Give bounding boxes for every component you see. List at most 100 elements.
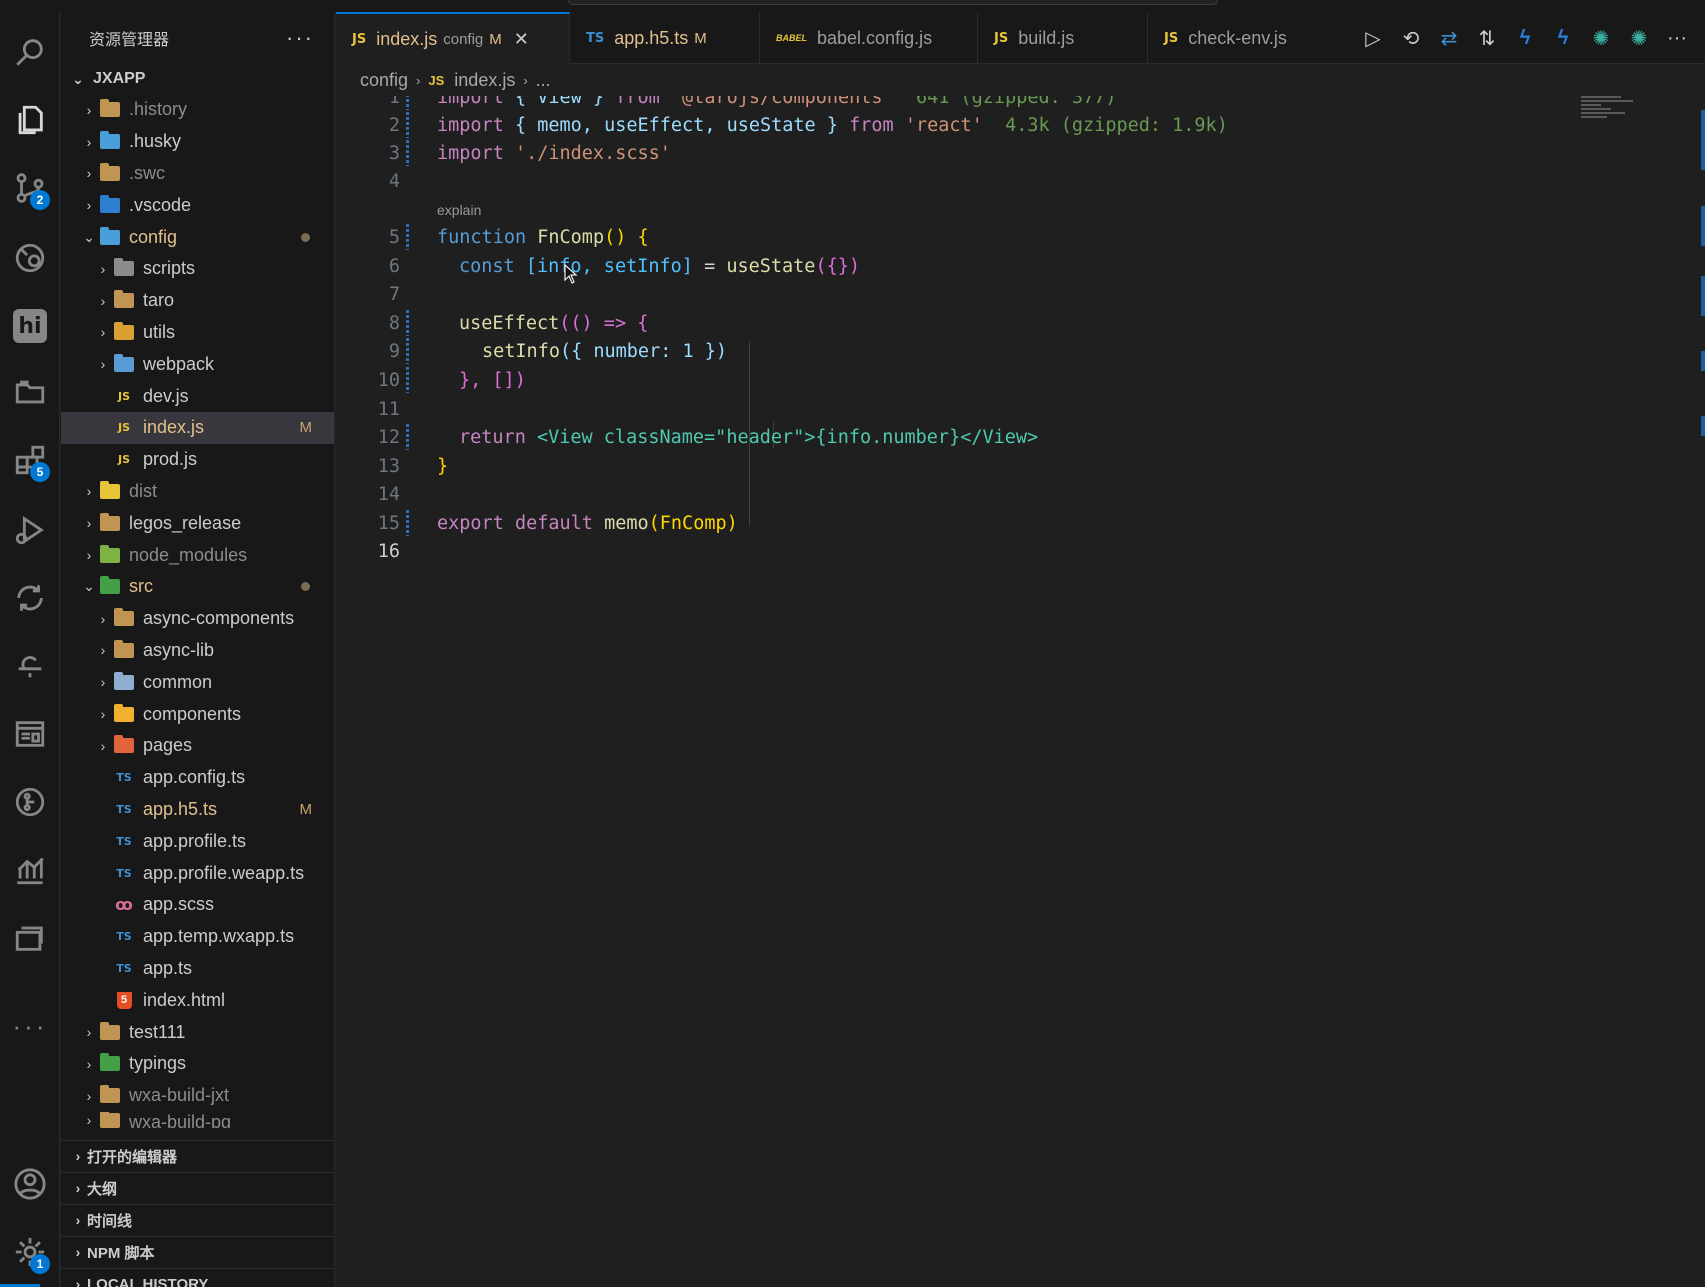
tree-item-app-config-ts[interactable]: TS app.config.ts xyxy=(61,762,334,794)
overview-ruler[interactable] xyxy=(1697,96,1705,496)
tree-item-wxa-build-pg[interactable]: › wxa-build-pg xyxy=(61,1111,334,1128)
compare-changes-icon[interactable]: ⇅ xyxy=(1473,24,1501,52)
chevron-right-icon: › xyxy=(75,1212,81,1228)
tree-item-legos-release[interactable]: › legos_release xyxy=(61,507,334,539)
run-icon[interactable]: ▷ xyxy=(1359,24,1387,52)
breadcrumb-folder[interactable]: config xyxy=(360,70,408,91)
tab-build-js[interactable]: JS build.js xyxy=(978,12,1148,64)
git-graph-icon[interactable] xyxy=(6,778,54,826)
tree-item-swc[interactable]: › .swc xyxy=(61,158,334,190)
chevron-right-icon: › xyxy=(86,101,92,118)
codelens-explain[interactable]: explain xyxy=(437,202,481,218)
modified-flag: M xyxy=(299,419,313,437)
tree-item-config[interactable]: ⌄ config xyxy=(61,221,334,253)
tree-item-scripts[interactable]: › scripts xyxy=(61,253,334,285)
folder-stack-icon[interactable] xyxy=(6,368,54,416)
folders-icon[interactable] xyxy=(6,914,54,962)
section-open-editors[interactable]: › 打开的编辑器 xyxy=(61,1140,335,1171)
tree-item-history[interactable]: › .history xyxy=(61,94,334,126)
folder-icon xyxy=(99,1111,121,1128)
tree-item-typings[interactable]: › typings xyxy=(61,1048,334,1080)
tree-item-dev-js[interactable]: JS dev.js xyxy=(61,380,334,412)
html-file-icon: 5 xyxy=(113,991,135,1009)
codeium-icon[interactable]: ϟ xyxy=(1511,24,1539,52)
tree-item-src[interactable]: ⌄ src xyxy=(61,571,334,603)
account-icon[interactable] xyxy=(6,1160,54,1208)
section-local-history[interactable]: › LOCAL HISTORY xyxy=(61,1268,335,1287)
breadcrumb-file[interactable]: index.js xyxy=(454,70,515,91)
tree-item-app-profile-ts[interactable]: TS app.profile.ts xyxy=(61,825,334,857)
tree-item-taro[interactable]: › taro xyxy=(61,285,334,317)
code-editor[interactable]: 1 import { View } from '@tarojs/componen… xyxy=(336,96,1705,1287)
run-debug-icon[interactable] xyxy=(6,506,54,554)
section-outline[interactable]: › 大纲 xyxy=(61,1172,335,1203)
git-lens-icon[interactable] xyxy=(6,234,54,282)
extensions-icon[interactable]: 5 xyxy=(6,436,54,484)
tree-item-label: app.config.ts xyxy=(143,767,246,788)
editor-tabs: JS index.js config M ✕ TS app.h5.ts M BA… xyxy=(336,12,1705,64)
tree-item-dist[interactable]: › dist xyxy=(61,476,334,508)
tree-item-app-scss[interactable]: ꝏ app.scss xyxy=(61,889,334,921)
more-actions-icon[interactable]: ··· xyxy=(1663,24,1691,52)
tab-app-h5-ts[interactable]: TS app.h5.ts M xyxy=(570,12,760,64)
tree-item-label: typings xyxy=(129,1053,187,1074)
modified-gutter-mark xyxy=(406,96,409,110)
tree-item-utils[interactable]: › utils xyxy=(61,317,334,349)
tree-item-node-modules[interactable]: › node_modules xyxy=(61,539,334,571)
tree-item-index-js[interactable]: JS index.js M xyxy=(61,411,334,444)
chart-icon[interactable] xyxy=(6,846,54,894)
folder-icon xyxy=(99,1021,121,1041)
tree-item-prod-js[interactable]: JS prod.js xyxy=(61,444,334,476)
tree-item-async-lib[interactable]: › async-lib xyxy=(61,635,334,667)
tree-item-wxa-build-jxt[interactable]: › wxa-build-jxt xyxy=(61,1080,334,1112)
tree-item-webpack[interactable]: › webpack xyxy=(61,348,334,380)
dashboard-icon[interactable] xyxy=(6,710,54,758)
tab-check-env-js[interactable]: JS check-env.js xyxy=(1148,12,1338,64)
timeline-branch-icon[interactable] xyxy=(6,642,54,690)
tree-item-label: scripts xyxy=(143,258,196,279)
history-icon[interactable]: ⟲ xyxy=(1397,24,1425,52)
codeium-chat-icon[interactable]: ϟ xyxy=(1549,24,1577,52)
search-icon[interactable] xyxy=(6,28,54,76)
section-npm-scripts[interactable]: › NPM 脚本 xyxy=(61,1236,335,1267)
more-icon[interactable]: ··· xyxy=(6,1002,54,1050)
tree-item-common[interactable]: › common xyxy=(61,666,334,698)
code-line: 10 }, []) xyxy=(336,366,1636,394)
tree-item-index-html[interactable]: 5 index.html xyxy=(61,984,334,1016)
folder-shape xyxy=(100,162,120,181)
diff-sync-icon[interactable]: ⇄ xyxy=(1435,24,1463,52)
minimap-line xyxy=(1581,112,1625,114)
workspace-root[interactable]: ⌄ JXAPP xyxy=(61,64,334,94)
tab-babel-config[interactable]: BABEL babel.config.js xyxy=(760,12,978,64)
tree-item-vscode[interactable]: › .vscode xyxy=(61,189,334,221)
chatgpt-icon[interactable]: ✺ xyxy=(1625,24,1653,52)
openai-icon[interactable]: ✺ xyxy=(1587,24,1615,52)
tree-item-app-ts[interactable]: TS app.ts xyxy=(61,953,334,985)
line-number: 4 xyxy=(388,170,400,192)
tree-item-app-h5-ts[interactable]: TS app.h5.ts M xyxy=(61,794,334,826)
chevron-right-icon: › xyxy=(86,197,92,214)
settings-gear-icon[interactable]: 1 xyxy=(6,1228,54,1276)
js-file-icon: JS xyxy=(994,30,1009,46)
tree-item-app-temp-wxapp-ts[interactable]: TS app.temp.wxapp.ts xyxy=(61,921,334,953)
folder-shape xyxy=(100,1111,120,1128)
tree-item-components[interactable]: › components xyxy=(61,698,334,730)
section-timeline[interactable]: › 时间线 xyxy=(61,1204,335,1235)
tree-item-test111[interactable]: › test111 xyxy=(61,1016,334,1048)
modified-gutter-mark xyxy=(406,510,409,536)
explorer-more-icon[interactable]: ··· xyxy=(286,25,314,51)
tree-item-pages[interactable]: › pages xyxy=(61,730,334,762)
hi-icon[interactable]: hi xyxy=(6,302,54,350)
remote-sync-icon[interactable] xyxy=(6,574,54,622)
minimap[interactable] xyxy=(1581,96,1641,126)
explorer-icon[interactable] xyxy=(6,96,54,144)
close-icon[interactable]: ✕ xyxy=(514,29,529,50)
source-control-icon[interactable]: 2 xyxy=(6,164,54,212)
breadcrumb-symbol[interactable]: ... xyxy=(536,70,551,91)
tree-item-label: async-components xyxy=(143,608,295,629)
tree-item-async-components[interactable]: › async-components xyxy=(61,603,334,635)
tab-index-js[interactable]: JS index.js config M ✕ xyxy=(336,12,570,64)
tree-item-app-profile-weapp-ts[interactable]: TS app.profile.weapp.ts xyxy=(61,857,334,889)
command-center[interactable] xyxy=(568,0,1218,5)
tree-item-husky[interactable]: › .husky xyxy=(61,126,334,158)
